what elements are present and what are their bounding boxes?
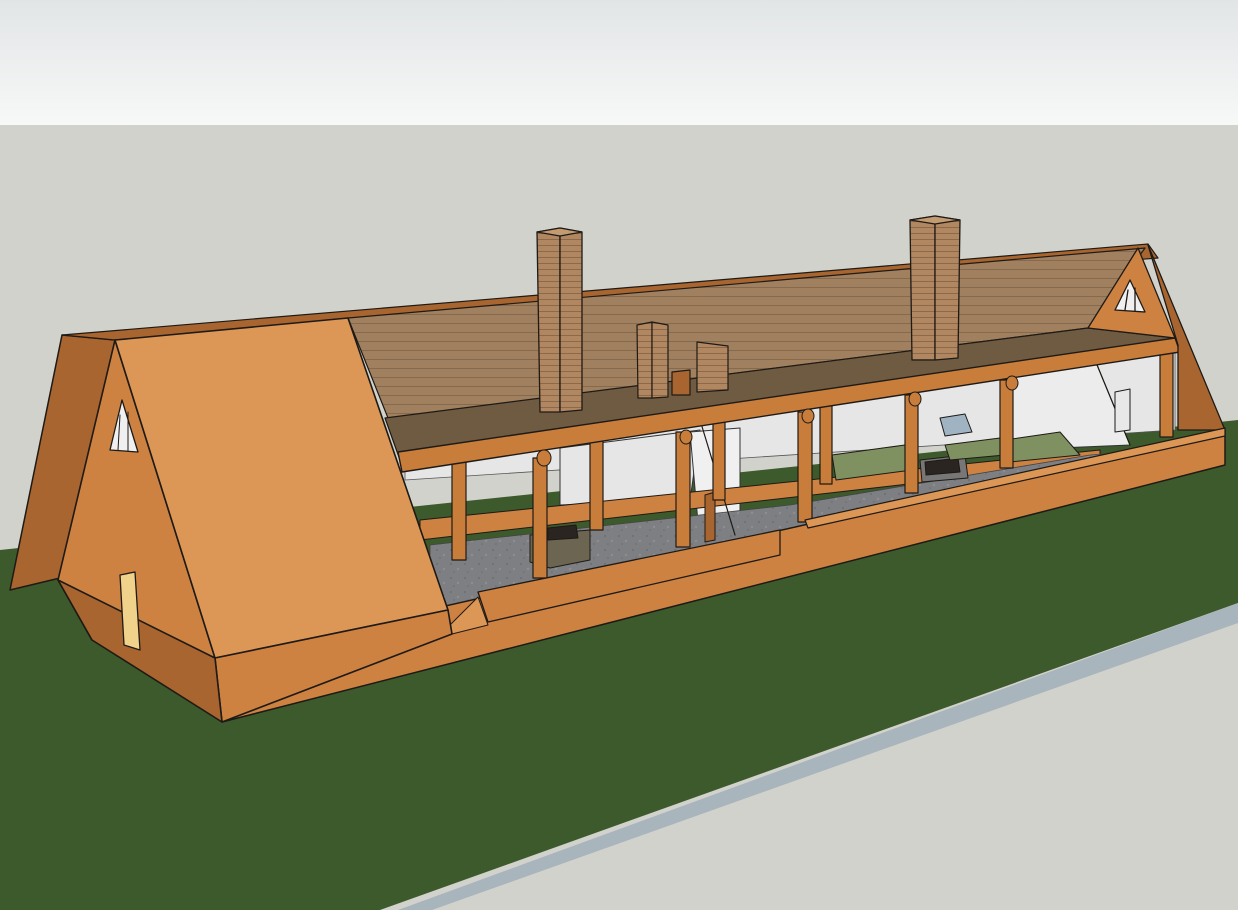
- post-8: [904, 394, 919, 494]
- chimney-left: [536, 227, 583, 413]
- 3d-model-viewport[interactable]: [0, 0, 1238, 910]
- longhouse-cutaway-scene: [0, 0, 1238, 910]
- post-7: [819, 401, 833, 485]
- post-9: [999, 379, 1014, 469]
- far-doorway: [1114, 388, 1131, 433]
- post-6: [797, 411, 813, 523]
- sky: [0, 0, 1238, 125]
- post-2: [532, 457, 548, 579]
- chimney-right: [909, 215, 961, 361]
- post-10: [1159, 351, 1174, 438]
- post-4: [675, 431, 691, 548]
- post-5: [712, 419, 726, 501]
- post-1: [451, 461, 467, 561]
- post-3: [589, 439, 604, 531]
- chimney-small-1: [636, 321, 669, 399]
